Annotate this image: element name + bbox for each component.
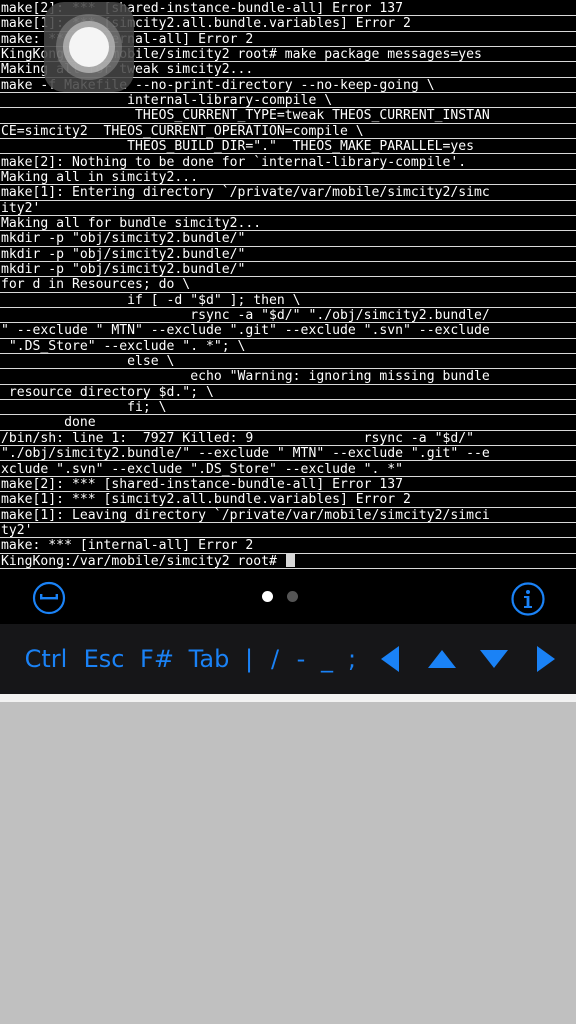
extra-keys-bar: Ctrl Esc F# Tab | / - _ ; [0, 624, 576, 694]
terminal-line: ty2' [0, 523, 576, 539]
terminal-line: THEOS_CURRENT_TYPE=tweak THEOS_CURRENT_I… [0, 108, 576, 124]
terminal-line: CE=simcity2 THEOS_CURRENT_OPERATION=comp… [0, 124, 576, 140]
semicolon-key[interactable]: ; [341, 624, 363, 694]
terminal-line: echo "Warning: ignoring missing bundle [0, 369, 576, 385]
terminal-line: mkdir -p "obj/simcity2.bundle/" [0, 231, 576, 247]
terminal-line: THEOS_BUILD_DIR="." THEOS_MAKE_PARALLEL=… [0, 139, 576, 155]
terminal-line: fi; \ [0, 400, 576, 416]
terminal-cursor [285, 553, 295, 567]
terminal-line: make[1]: *** [simcity2.all.bundle.variab… [0, 492, 576, 508]
terminal-line: done [0, 415, 576, 431]
underscore-key[interactable]: _ [316, 624, 338, 694]
terminal-line: " --exclude " MTN" --exclude ".git" --ex… [0, 323, 576, 339]
arrow-left-icon [381, 646, 399, 672]
terminal-line: KingKong:/var/mobile/simcity2 root# [0, 553, 576, 569]
terminal-line: mkdir -p "obj/simcity2.bundle/" [0, 262, 576, 278]
empty-keyboard-area [0, 702, 576, 1024]
terminal-line: ity2' [0, 201, 576, 216]
assistive-touch-button[interactable] [44, 2, 134, 92]
dash-key[interactable]: - [290, 624, 312, 694]
assistive-touch-icon [56, 14, 122, 80]
arrow-down-icon [480, 650, 508, 668]
terminal-line: make[1]: Leaving directory `/private/var… [0, 508, 576, 523]
terminal-line: internal-library-compile \ [0, 93, 576, 109]
info-icon[interactable] [510, 581, 546, 617]
terminal-line: else \ [0, 354, 576, 370]
arrow-down-key[interactable] [474, 624, 514, 694]
keyboard-divider [0, 694, 576, 702]
terminal-line: "./obj/simcity2.bundle/" --exclude " MTN… [0, 446, 576, 462]
control-bar [0, 572, 576, 624]
slash-key[interactable]: / [264, 624, 286, 694]
arrow-right-icon [537, 646, 555, 672]
terminal-app: make[2]: *** [shared-instance-bundle-all… [0, 0, 576, 1024]
pipe-key[interactable]: | [238, 624, 260, 694]
terminal-line: xclude ".svn" --exclude ".DS_Store" --ex… [0, 462, 576, 477]
terminal-line: if [ -d "$d" ]; then \ [0, 293, 576, 308]
terminal-line: make[2]: Nothing to be done for `interna… [0, 155, 576, 170]
terminal-line: /bin/sh: line 1: 7927 Killed: 9 rsync -a… [0, 431, 576, 447]
arrow-up-icon [428, 650, 456, 668]
arrow-left-key[interactable] [372, 624, 408, 694]
ctrl-key[interactable]: Ctrl [22, 624, 70, 694]
function-key[interactable]: F# [138, 624, 176, 694]
terminal-line: Making all for bundle simcity2... [0, 216, 576, 232]
terminal-line: for d in Resources; do \ [0, 277, 576, 293]
terminal-line: resource directory $d."; \ [0, 385, 576, 401]
terminal-line: make[1]: Entering directory `/private/va… [0, 185, 576, 201]
terminal-line: make[2]: *** [shared-instance-bundle-all… [0, 477, 576, 493]
page-dot-2[interactable] [287, 591, 298, 602]
terminal-line: mkdir -p "obj/simcity2.bundle/" [0, 247, 576, 262]
page-indicator[interactable] [262, 591, 298, 602]
terminal-line: rsync -a "$d/" "./obj/simcity2.bundle/ [0, 308, 576, 324]
terminal-line: Making all in simcity2... [0, 170, 576, 186]
keyboard-toggle-icon[interactable] [32, 581, 66, 615]
arrow-right-key[interactable] [528, 624, 564, 694]
esc-key[interactable]: Esc [80, 624, 128, 694]
terminal-line: ".DS_Store" --exclude ". *"; \ [0, 339, 576, 355]
tab-key[interactable]: Tab [184, 624, 234, 694]
terminal-line: make: *** [internal-all] Error 2 [0, 538, 576, 554]
page-dot-1[interactable] [262, 591, 273, 602]
arrow-up-key[interactable] [422, 624, 462, 694]
